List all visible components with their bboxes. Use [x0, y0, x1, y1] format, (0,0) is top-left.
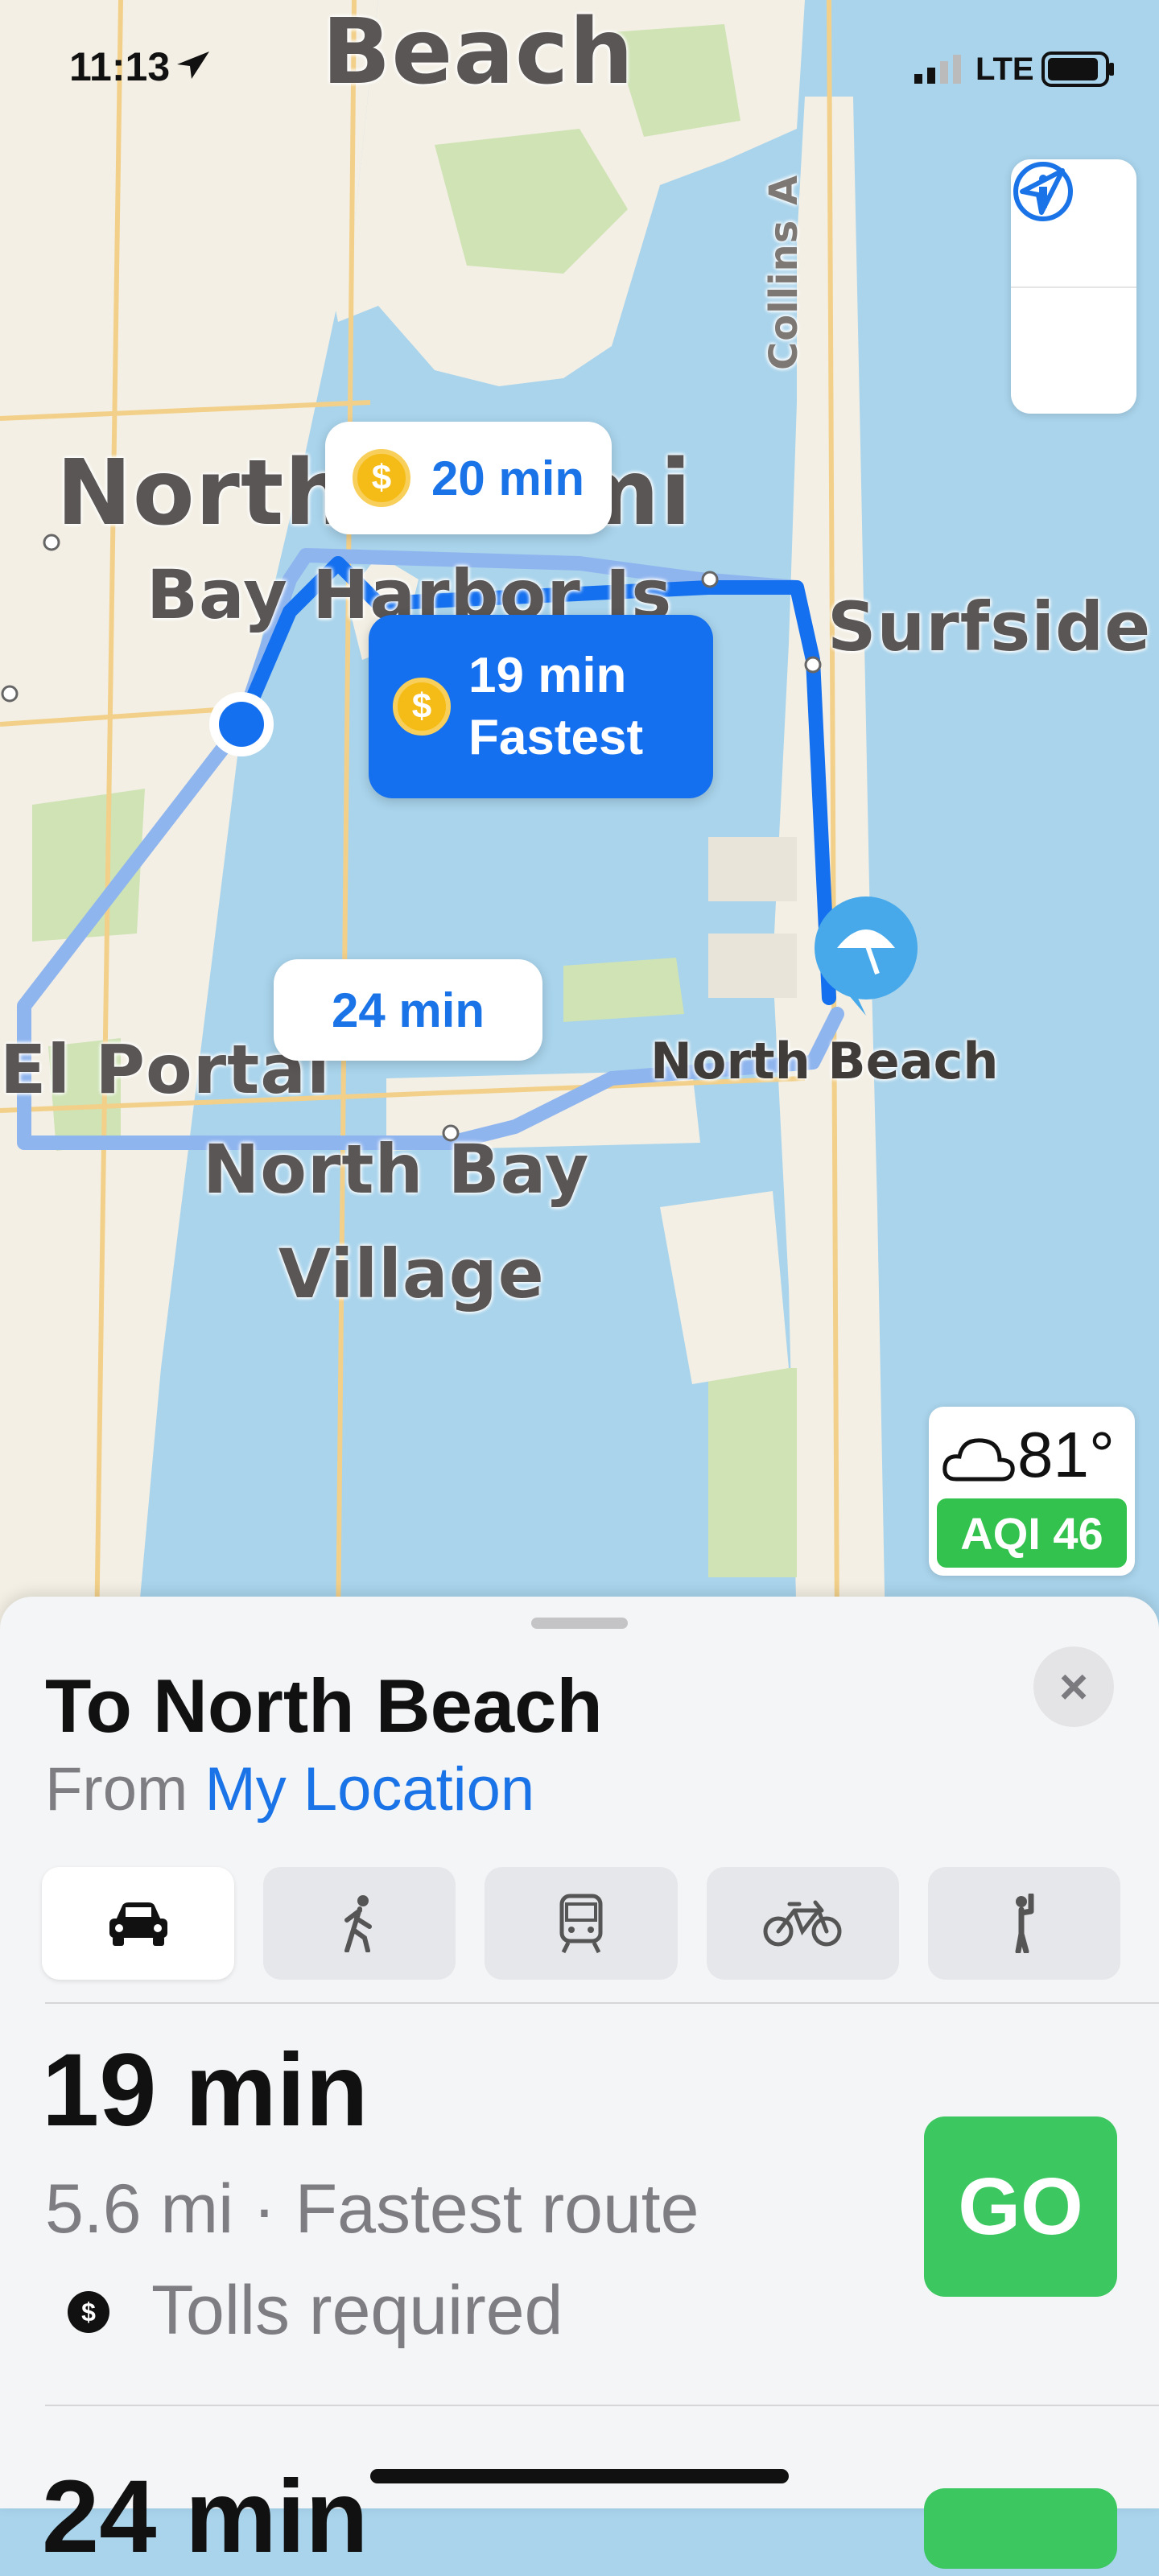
next-route-duration: 24 min	[42, 2459, 369, 2574]
close-icon: ×	[1058, 1659, 1089, 1715]
walking-icon	[344, 1895, 372, 1952]
map-label-collins: Collins A	[761, 174, 806, 370]
directions-sheet: To North Beach From My Location × 19 min…	[0, 1597, 1159, 2508]
mode-cycle[interactable]	[706, 1867, 899, 1980]
map-label-surfside: Surfside	[827, 587, 1152, 666]
location-arrow-icon	[1020, 168, 1065, 215]
route-callout-time: 20 min	[431, 451, 585, 505]
transport-mode-picker	[42, 1867, 1121, 1980]
close-button[interactable]: ×	[1033, 1647, 1114, 1727]
map-view[interactable]: Beach Collins A North Miami Bay Harbor I…	[0, 0, 1159, 1634]
location-services-icon	[177, 52, 209, 79]
route-details: 5.6 mi · Fastest route	[45, 2170, 699, 2248]
from-location-link[interactable]: My Location	[204, 1755, 534, 1824]
aqi-badge: AQI 46	[937, 1498, 1127, 1568]
map-label-village: Village	[278, 1234, 545, 1313]
weather-widget[interactable]: 81° AQI 46	[929, 1407, 1135, 1576]
mode-ride-share[interactable]	[927, 1867, 1121, 1980]
route-callout-fastest[interactable]: $ 19 min Fastest	[369, 615, 713, 798]
clock: 11:13	[69, 44, 171, 89]
divider	[45, 2405, 1159, 2406]
from-prefix: From	[45, 1755, 188, 1824]
network-type: LTE	[975, 52, 1034, 87]
map-label-north-beach: North Beach	[650, 1032, 999, 1090]
route-callout-tag: Fastest	[468, 710, 644, 765]
toll-icon: $	[68, 2291, 109, 2333]
route-duration: 19 min	[42, 2033, 369, 2148]
current-location-button[interactable]	[1011, 168, 1136, 415]
tolls-note: Tolls required	[151, 2272, 563, 2349]
map-canvas	[0, 0, 1159, 1634]
mode-walk[interactable]	[263, 1867, 456, 1980]
from-line: From My Location	[45, 1754, 534, 1824]
mode-car[interactable]	[42, 1867, 235, 1980]
battery-icon	[1041, 52, 1114, 87]
toll-coin-icon: $	[353, 449, 410, 507]
sheet-grabber[interactable]	[531, 1618, 628, 1629]
mode-transit[interactable]	[485, 1867, 678, 1980]
route-callout-time: 19 min	[468, 647, 627, 703]
home-indicator[interactable]	[370, 2469, 789, 2483]
bicycle-icon	[763, 1900, 842, 1947]
route-callout-20-min[interactable]: $ 20 min	[325, 422, 612, 534]
signal-icon	[914, 55, 961, 84]
status-bar: 11:13 LTE	[0, 0, 1159, 137]
divider	[45, 2002, 1159, 2004]
map-controls	[1011, 159, 1136, 414]
hailing-person-icon	[1015, 1894, 1034, 1953]
sheet-title: To North Beach	[45, 1663, 603, 1748]
route-callout-24-min[interactable]: 24 min	[274, 959, 542, 1061]
route-callout-time: 24 min	[331, 983, 485, 1037]
map-label-north-bay: North Bay	[203, 1130, 590, 1209]
car-icon	[109, 1902, 167, 1946]
temperature: 81°	[1017, 1419, 1115, 1490]
cloud-icon	[942, 1438, 1015, 1482]
toll-coin-icon: $	[393, 678, 451, 736]
train-icon	[559, 1894, 603, 1954]
go-button[interactable]: GO	[924, 2116, 1117, 2297]
next-route-go-button[interactable]	[924, 2488, 1117, 2569]
